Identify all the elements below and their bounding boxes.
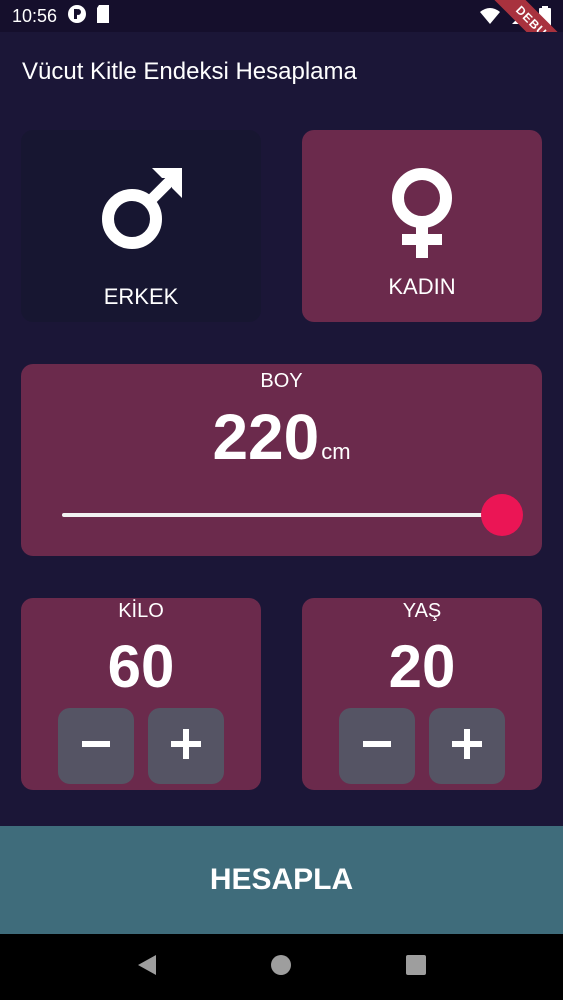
weight-decrement-button[interactable] bbox=[58, 708, 134, 784]
height-label: BOY bbox=[260, 370, 303, 392]
weight-stepper bbox=[58, 708, 224, 784]
age-increment-button[interactable] bbox=[429, 708, 505, 784]
app-bar: Vücut Kitle Endeksi Hesaplama bbox=[0, 32, 563, 112]
calculate-button[interactable]: HESAPLA bbox=[0, 826, 563, 934]
age-stepper bbox=[339, 708, 505, 784]
age-label: YAŞ bbox=[402, 600, 442, 622]
back-icon[interactable] bbox=[136, 954, 158, 981]
age-value: 20 bbox=[388, 633, 456, 700]
page-title: Vücut Kitle Endeksi Hesaplama bbox=[22, 58, 357, 85]
female-label: KADIN bbox=[388, 274, 456, 299]
calculate-label: HESAPLA bbox=[209, 863, 354, 896]
height-value-row: 220cm bbox=[21, 400, 542, 474]
height-slider-thumb[interactable] bbox=[481, 494, 523, 536]
height-slider-track[interactable] bbox=[62, 513, 502, 517]
home-icon[interactable] bbox=[270, 954, 292, 981]
sd-card-icon bbox=[95, 4, 111, 29]
weight-value: 60 bbox=[107, 633, 175, 700]
height-unit: cm bbox=[321, 439, 351, 464]
minus-icon bbox=[363, 730, 391, 763]
plus-icon bbox=[452, 728, 482, 764]
height-value: 220 bbox=[212, 401, 320, 473]
plus-icon bbox=[171, 728, 201, 764]
status-time: 10:56 bbox=[12, 5, 58, 26]
male-label: ERKEK bbox=[103, 284, 179, 309]
female-card[interactable]: KADIN bbox=[302, 130, 542, 322]
male-card[interactable]: ERKEK bbox=[21, 130, 261, 322]
height-card: BOY 220cm bbox=[21, 364, 542, 556]
wifi-icon bbox=[479, 7, 501, 30]
weight-card: KİLO 60 bbox=[21, 598, 261, 790]
status-bar: 10:56 DEBUG bbox=[0, 0, 563, 76]
weight-label: KİLO bbox=[118, 600, 164, 622]
weight-increment-button[interactable] bbox=[148, 708, 224, 784]
age-card: YAŞ 20 bbox=[302, 598, 542, 790]
navigation-bar bbox=[0, 934, 563, 1000]
minus-icon bbox=[82, 730, 110, 763]
male-symbol-icon bbox=[96, 164, 186, 254]
age-decrement-button[interactable] bbox=[339, 708, 415, 784]
vpn-icon bbox=[67, 4, 87, 29]
recents-icon[interactable] bbox=[405, 954, 427, 981]
female-symbol-icon bbox=[377, 164, 467, 258]
